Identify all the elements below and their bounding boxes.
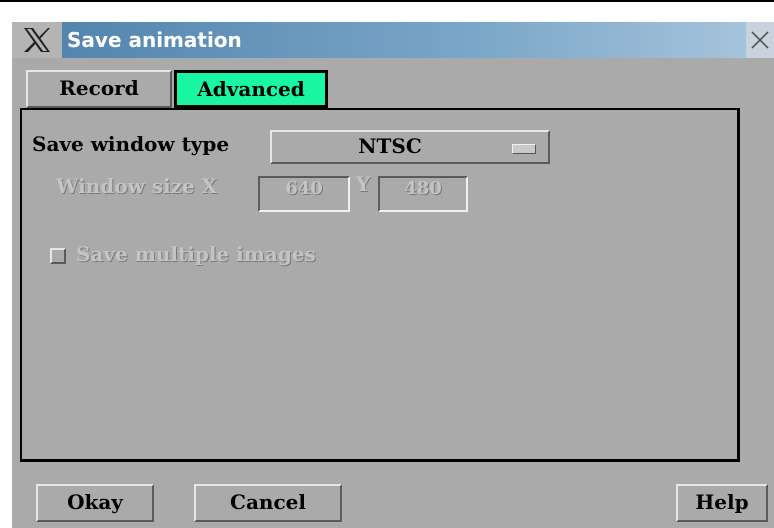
window-size-label: Window size X <box>56 174 218 198</box>
help-button[interactable]: Help <box>676 484 768 522</box>
tab-advanced[interactable]: Advanced <box>174 70 328 108</box>
window-size-x-field[interactable]: 640 <box>258 176 350 212</box>
window-size-y-label: Y <box>356 172 371 196</box>
save-animation-window: Save animation Record Advanced Save wind… <box>12 22 774 528</box>
window-size-y-field[interactable]: 480 <box>378 176 468 212</box>
okay-button[interactable]: Okay <box>36 484 154 522</box>
window-title: Save animation <box>67 28 242 52</box>
close-icon[interactable] <box>746 22 774 58</box>
save-multiple-images-label: Save multiple images <box>76 242 316 266</box>
window-size-x-value: 640 <box>285 178 323 199</box>
save-window-type-select[interactable]: NTSC <box>270 130 550 164</box>
top-border <box>0 0 774 2</box>
dropdown-icon <box>512 144 536 154</box>
title-bar[interactable]: Save animation <box>12 22 774 58</box>
tab-record[interactable]: Record <box>26 70 172 108</box>
x-window-menu-icon[interactable] <box>12 22 62 58</box>
window-size-y-value: 480 <box>404 178 442 199</box>
save-window-type-label: Save window type <box>32 132 230 156</box>
cancel-button[interactable]: Cancel <box>194 484 342 522</box>
save-multiple-images-checkbox[interactable] <box>50 248 66 264</box>
save-window-type-value: NTSC <box>358 134 422 158</box>
